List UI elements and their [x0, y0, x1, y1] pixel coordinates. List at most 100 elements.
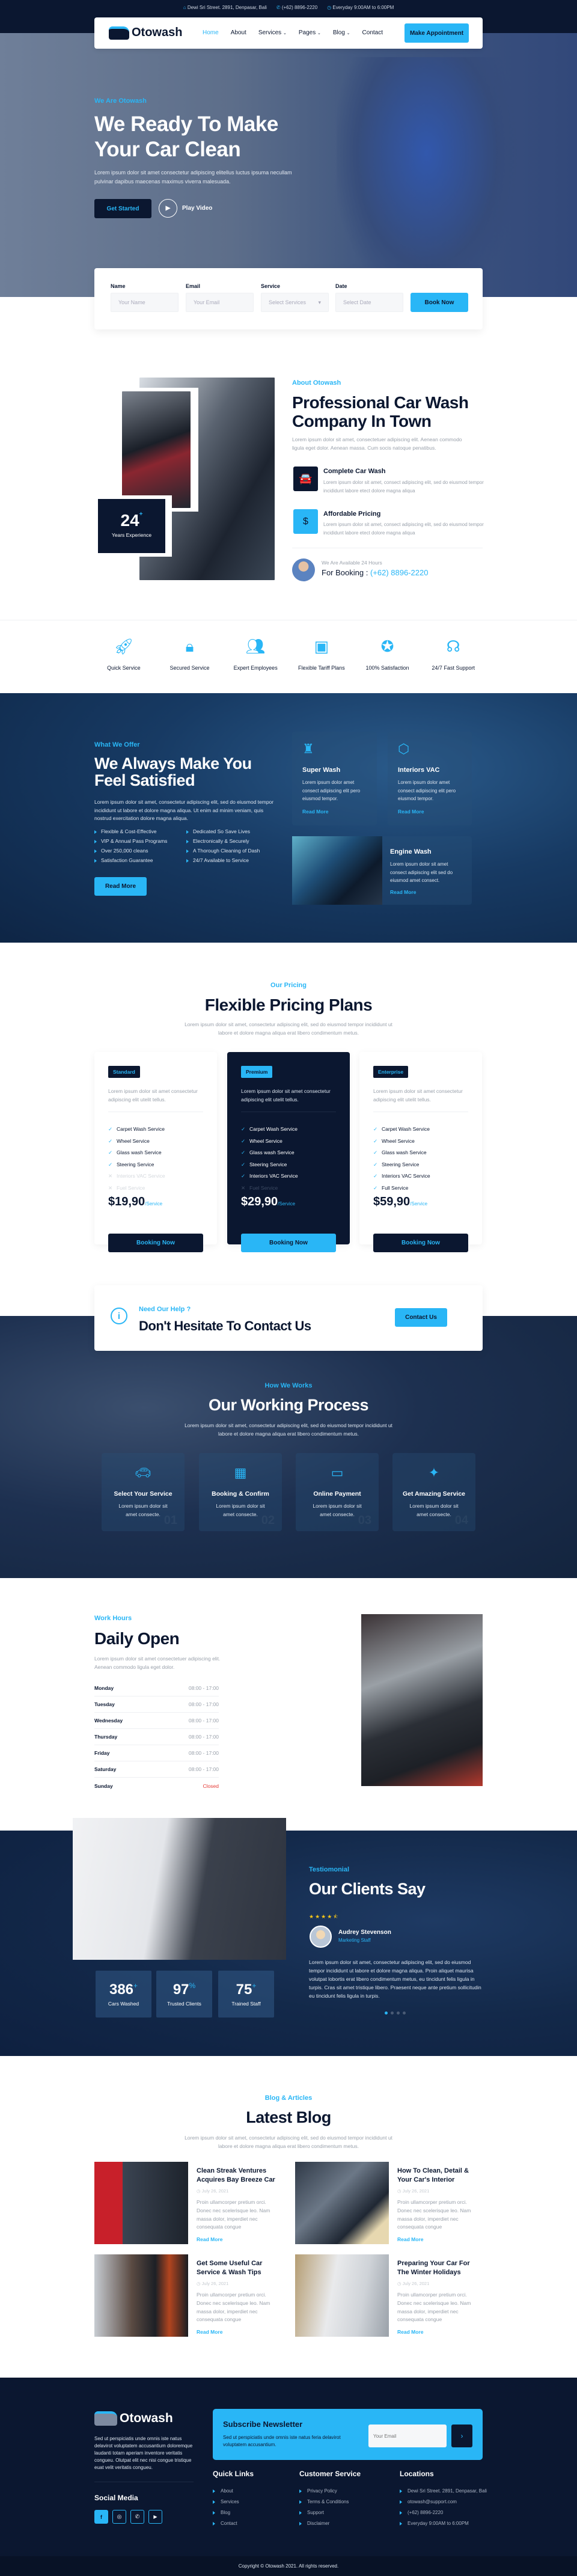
- name-input[interactable]: Your Name: [111, 293, 179, 312]
- plan-price: $59,90/Service: [373, 1195, 428, 1208]
- read-more-link[interactable]: Read More: [398, 809, 424, 815]
- blog-title[interactable]: Preparing Your Car For The Winter Holida…: [397, 2259, 481, 2277]
- slider-dot[interactable]: [391, 2012, 394, 2015]
- footer-link[interactable]: Support: [299, 2510, 324, 2515]
- booking-now-button[interactable]: Booking Now: [373, 1234, 468, 1252]
- blog-title[interactable]: Clean Streak Ventures Acquires Bay Breez…: [197, 2167, 281, 2185]
- pricing-title: Flexible Pricing Plans: [204, 996, 373, 1014]
- blog-title[interactable]: Get Some Useful Car Service & Wash Tips: [197, 2259, 281, 2277]
- footer-link[interactable]: Privacy Policy: [299, 2488, 337, 2494]
- read-more-link[interactable]: Read More: [390, 889, 416, 895]
- get-started-button[interactable]: Get Started: [94, 199, 151, 218]
- slider-dot[interactable]: [403, 2012, 406, 2015]
- badge-icon: ✪: [380, 637, 394, 655]
- client-avatar: [310, 1926, 332, 1948]
- plan-feature: ✓ Glass wash Service: [241, 1149, 295, 1155]
- engine-wash-image: [292, 836, 382, 905]
- slider-dot[interactable]: [385, 2012, 388, 2015]
- plan-feature: ✓ Interiors VAC Service: [241, 1173, 298, 1179]
- booking-now-button[interactable]: Booking Now: [241, 1234, 336, 1252]
- footer-link[interactable]: Contact: [213, 2521, 237, 2526]
- blog-title[interactable]: How To Clean, Detail & Your Car's Interi…: [397, 2167, 481, 2185]
- blog-image[interactable]: [295, 2254, 389, 2337]
- highlight-item: 👥︎ Expert Employees: [222, 637, 288, 671]
- contact-us-button[interactable]: Contact Us: [395, 1308, 447, 1327]
- logo[interactable]: Otowash: [109, 26, 182, 40]
- read-more-link[interactable]: Read More: [397, 2236, 423, 2242]
- make-appointment-button[interactable]: Make Appointment: [405, 23, 469, 43]
- chevron-down-icon: ⌄: [282, 31, 287, 35]
- nav-services[interactable]: Services ⌄: [258, 29, 287, 36]
- hours: ◷ Everyday 9:00AM to 6:00PM: [327, 5, 394, 10]
- subscribe-button[interactable]: ›: [451, 2425, 472, 2447]
- footer-link[interactable]: Blog: [213, 2510, 230, 2515]
- wallet-icon: ▣: [314, 637, 329, 655]
- star-rating: ★★★★⯪: [309, 1912, 340, 1922]
- slider-dot[interactable]: [397, 2012, 400, 2015]
- instagram-icon[interactable]: ◎: [112, 2510, 126, 2524]
- footer-link[interactable]: otowash@support.com: [400, 2499, 457, 2504]
- support-avatar: [292, 558, 315, 581]
- highlight-item: ✪ 100% Satisfaction: [355, 637, 421, 671]
- footer: [0, 2378, 577, 2576]
- plan-badge: Standard: [108, 1066, 140, 1078]
- check-icon: ✓: [108, 1161, 113, 1167]
- hero-text: Lorem ipsum dolor sit amet consectetur a…: [94, 170, 292, 185]
- process-step: ▭ Online Payment Lorem ipsum dolor sit a…: [296, 1453, 379, 1531]
- facebook-icon[interactable]: f: [94, 2510, 108, 2524]
- plan-feature: ✕ Fuel Service: [108, 1184, 145, 1191]
- blog-image[interactable]: [94, 2162, 188, 2244]
- lock-icon: 🔒︎: [185, 637, 194, 655]
- booking-now-button[interactable]: Booking Now: [108, 1234, 203, 1252]
- read-more-link[interactable]: Read More: [197, 2236, 222, 2242]
- footer-link[interactable]: About: [213, 2488, 233, 2494]
- about-title: Professional Car Wash Company In Town: [292, 393, 469, 430]
- process-step: 🚗︎ Select Your Service Lorem ipsum dolor…: [102, 1453, 185, 1531]
- rocket-icon: 🚀︎: [114, 637, 134, 655]
- nav-blog[interactable]: Blog ⌄: [333, 29, 350, 36]
- newsletter-email-input[interactable]: [368, 2425, 447, 2447]
- nav-home[interactable]: Home: [203, 29, 219, 36]
- date-input[interactable]: Select Date: [335, 293, 403, 312]
- footer-logo[interactable]: Otowash: [94, 2411, 173, 2426]
- vacuum-icon: ♜: [302, 741, 314, 756]
- nav-pages[interactable]: Pages ⌄: [299, 29, 321, 36]
- copyright: Copyright © Otowash 2021. All rights res…: [0, 2556, 577, 2576]
- check-icon: ✓: [108, 1126, 113, 1132]
- check-icon: ✓: [241, 1126, 246, 1132]
- footer-link[interactable]: Services: [213, 2499, 239, 2504]
- check-icon: ✓: [108, 1137, 113, 1144]
- offer-read-more-button[interactable]: Read More: [94, 877, 147, 896]
- plan-price: $29,90/Service: [241, 1195, 296, 1208]
- nav-about[interactable]: About: [231, 29, 246, 36]
- clock-icon: ◷: [197, 2188, 202, 2194]
- footer-link[interactable]: Terms & Conditions: [299, 2499, 349, 2504]
- process-step: ▦ Booking & Confirm Lorem ipsum dolor si…: [199, 1453, 282, 1531]
- phone[interactable]: ✆ (+62) 8896-2220: [276, 5, 317, 10]
- email-input[interactable]: Your Email: [186, 293, 254, 312]
- footer-link[interactable]: (+62) 8896-2220: [400, 2510, 443, 2515]
- read-more-link[interactable]: Read More: [197, 2329, 222, 2335]
- youtube-icon[interactable]: ▶: [148, 2510, 162, 2524]
- footer-link[interactable]: Dewi Sri Street. 2891, Denpasar, Bali: [400, 2488, 487, 2494]
- plan-feature: ✓ Glass wash Service: [108, 1149, 162, 1155]
- check-icon: ✓: [241, 1149, 246, 1155]
- blog-image[interactable]: [94, 2254, 188, 2337]
- whatsapp-icon[interactable]: ✆: [130, 2510, 144, 2524]
- clock-icon: ◷: [397, 2188, 403, 2194]
- read-more-link[interactable]: Read More: [397, 2329, 423, 2335]
- blog-date: ◷ July 26, 2021: [197, 2281, 229, 2286]
- footer-link[interactable]: Disclaimer: [299, 2521, 329, 2526]
- caret-down-icon: ▾: [318, 299, 321, 305]
- footer-link[interactable]: Everyday 9:00AM to 6:00PM: [400, 2521, 469, 2526]
- blog-image[interactable]: [295, 2162, 389, 2244]
- service-select[interactable]: Select Services ▾: [261, 293, 329, 312]
- book-now-button[interactable]: Book Now: [411, 293, 468, 312]
- check-icon: ✓: [373, 1173, 378, 1179]
- booking-phone-link[interactable]: (+62) 8896-2220: [370, 568, 429, 577]
- read-more-link[interactable]: Read More: [302, 809, 328, 815]
- hours-row: Monday 08:00 - 17:00: [94, 1680, 219, 1696]
- team-icon: 👥︎: [245, 637, 266, 655]
- play-video-button[interactable]: ▶ Play Video: [159, 199, 212, 218]
- nav-contact[interactable]: Contact: [362, 29, 383, 36]
